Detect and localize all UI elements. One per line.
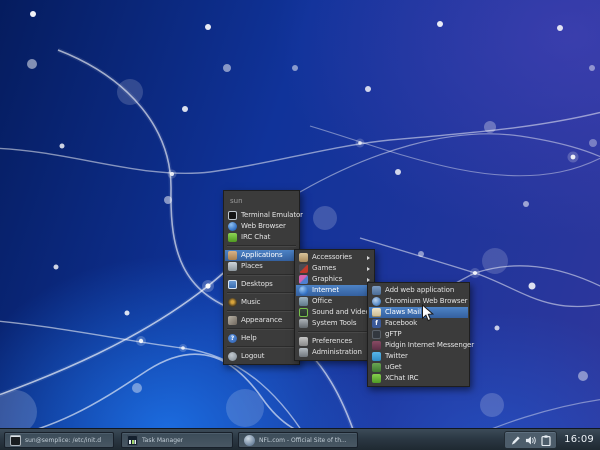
web-browser-icon <box>228 222 237 231</box>
chromium-icon <box>372 297 381 306</box>
irc-chat-icon <box>228 233 237 242</box>
volume-icon[interactable] <box>524 434 537 446</box>
pidgin-icon <box>372 341 381 350</box>
terminal-icon <box>228 211 237 220</box>
administration-icon <box>299 348 308 357</box>
applications-icon <box>228 251 237 260</box>
menu-item-places[interactable]: Places <box>225 261 298 272</box>
menu-separator <box>227 328 296 330</box>
menu-item-uget[interactable]: uGet <box>369 362 468 373</box>
facebook-icon: f <box>372 319 381 328</box>
menu-item-office[interactable]: Office <box>296 296 373 307</box>
games-icon <box>299 264 308 273</box>
menu-item-terminal-emulator[interactable]: Terminal Emulator <box>225 210 298 221</box>
menu-item-administration[interactable]: Administration <box>296 347 373 358</box>
desktop[interactable] <box>0 0 600 450</box>
menu-item-irc-chat[interactable]: IRC Chat <box>225 232 298 243</box>
menu-item-internet[interactable]: Internet <box>296 285 373 296</box>
submenu-arrow-icon <box>367 278 370 282</box>
menu-item-games[interactable]: Games <box>296 263 373 274</box>
menu-item-twitter[interactable]: Twitter <box>369 351 468 362</box>
menu-item-accessories[interactable]: Accessories <box>296 252 373 263</box>
menu-item-applications[interactable]: Applications <box>225 250 298 261</box>
input-pen-icon[interactable] <box>509 434 522 446</box>
help-icon: ? <box>228 334 237 343</box>
menu-item-chromium-web-browser[interactable]: Chromium Web Browser <box>369 296 468 307</box>
menu-separator <box>227 245 296 247</box>
menu-item-xchat-irc[interactable]: XChat IRC <box>369 373 468 384</box>
appearance-icon <box>228 316 237 325</box>
menu-item-facebook[interactable]: f Facebook <box>369 318 468 329</box>
desktops-icon <box>228 280 237 289</box>
wallpaper-art <box>0 0 600 450</box>
menu-item-desktops[interactable]: Desktops <box>225 279 298 290</box>
start-menu: sun Terminal Emulator Web Browser IRC Ch… <box>223 190 300 365</box>
menu-item-appearance[interactable]: Appearance <box>225 315 298 326</box>
start-menu-username: sun <box>225 193 298 210</box>
preferences-icon <box>299 337 308 346</box>
sound-video-icon <box>299 308 308 317</box>
task-manager-icon <box>127 435 138 446</box>
add-web-application-icon <box>372 286 381 295</box>
menu-item-gftp[interactable]: gFTP <box>369 329 468 340</box>
applications-submenu: Accessories Games Graphics Internet Offi… <box>294 249 375 361</box>
taskbar-window-nfl-browser[interactable]: NFL.com - Official Site of th... <box>238 432 358 448</box>
logout-icon <box>228 352 237 361</box>
places-icon <box>228 262 237 271</box>
taskbar: sun@semplice: /etc/init.d Task Manager N… <box>0 428 600 450</box>
menu-item-system-tools[interactable]: System Tools <box>296 318 373 329</box>
uget-icon <box>372 363 381 372</box>
accessories-icon <box>299 253 308 262</box>
menu-item-pidgin[interactable]: Pidgin Internet Messenger <box>369 340 468 351</box>
clock[interactable]: 16:09 <box>564 434 594 445</box>
taskbar-window-terminal[interactable]: sun@semplice: /etc/init.d <box>4 432 114 448</box>
submenu-arrow-icon <box>367 267 370 271</box>
submenu-arrow-icon <box>367 256 370 260</box>
system-tray <box>504 431 557 449</box>
menu-item-add-web-application[interactable]: Add web application <box>369 285 468 296</box>
menu-separator <box>298 331 371 333</box>
internet-icon <box>299 286 308 295</box>
menu-item-graphics[interactable]: Graphics <box>296 274 373 285</box>
claws-mail-icon <box>372 308 381 317</box>
screen: sun Terminal Emulator Web Browser IRC Ch… <box>0 0 600 450</box>
menu-item-sound-and-video[interactable]: Sound and Video <box>296 307 373 318</box>
menu-item-music[interactable]: Music <box>225 297 298 308</box>
menu-separator <box>227 310 296 312</box>
xchat-icon <box>372 374 381 383</box>
graphics-icon <box>299 275 308 284</box>
browser-icon <box>244 435 255 446</box>
office-icon <box>299 297 308 306</box>
menu-separator <box>227 346 296 348</box>
gftp-icon <box>372 330 381 339</box>
menu-item-preferences[interactable]: Preferences <box>296 336 373 347</box>
menu-item-help[interactable]: ? Help <box>225 333 298 344</box>
menu-separator <box>227 274 296 276</box>
menu-separator <box>227 292 296 294</box>
music-icon <box>228 298 237 307</box>
twitter-icon <box>372 352 381 361</box>
menu-item-logout[interactable]: Logout <box>225 351 298 362</box>
internet-submenu: Add web application Chromium Web Browser… <box>367 282 470 387</box>
menu-item-web-browser[interactable]: Web Browser <box>225 221 298 232</box>
system-tools-icon <box>299 319 308 328</box>
clipboard-icon[interactable] <box>539 434 552 446</box>
menu-item-claws-mail[interactable]: Claws Mail <box>369 307 468 318</box>
terminal-icon <box>10 435 21 446</box>
taskbar-window-task-manager[interactable]: Task Manager <box>121 432 233 448</box>
